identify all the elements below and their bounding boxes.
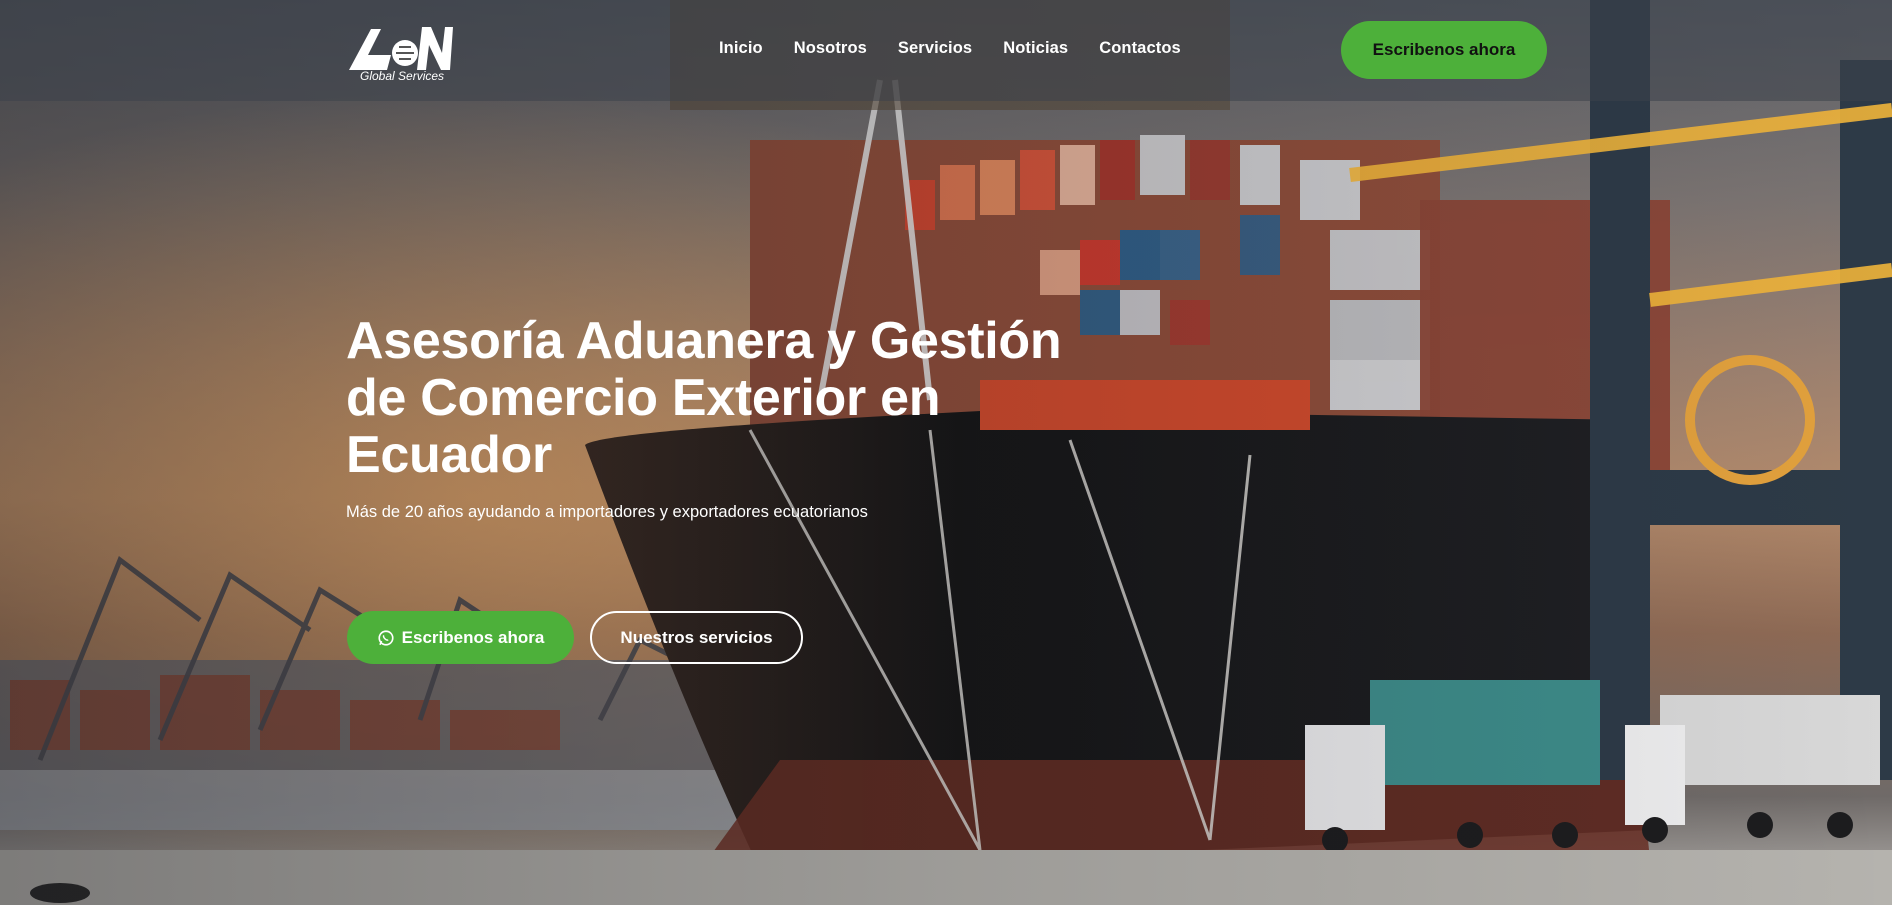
hero-whatsapp-button[interactable]: Escribenos ahora: [347, 611, 574, 664]
header-cta-button[interactable]: Escribenos ahora: [1341, 21, 1547, 79]
nav-link-inicio[interactable]: Inicio: [719, 39, 763, 58]
hero-services-button[interactable]: Nuestros servicios: [590, 611, 803, 664]
whatsapp-icon: [378, 629, 394, 646]
nav-link-nosotros[interactable]: Nosotros: [794, 39, 867, 58]
hero-services-label: Nuestros servicios: [620, 627, 773, 647]
nav-link-contactos[interactable]: Contactos: [1099, 39, 1181, 58]
hero-whatsapp-label: Escribenos ahora: [401, 627, 545, 647]
nav-link-servicios[interactable]: Servicios: [898, 39, 972, 58]
hero-headline: Asesoría Aduanera y Gestión de Comercio …: [346, 312, 1062, 484]
top-navbar: Global Services Inicio Nosotros Servicio…: [0, 0, 1892, 101]
header-cta-label: Escribenos ahora: [1372, 40, 1516, 59]
nav-link-noticias[interactable]: Noticias: [1003, 39, 1068, 58]
hero-subheadline: Más de 20 años ayudando a importadores y…: [346, 503, 868, 521]
logo-text: Global Services: [360, 69, 445, 83]
main-nav: Inicio Nosotros Servicios Noticias Conta…: [719, 39, 1212, 58]
